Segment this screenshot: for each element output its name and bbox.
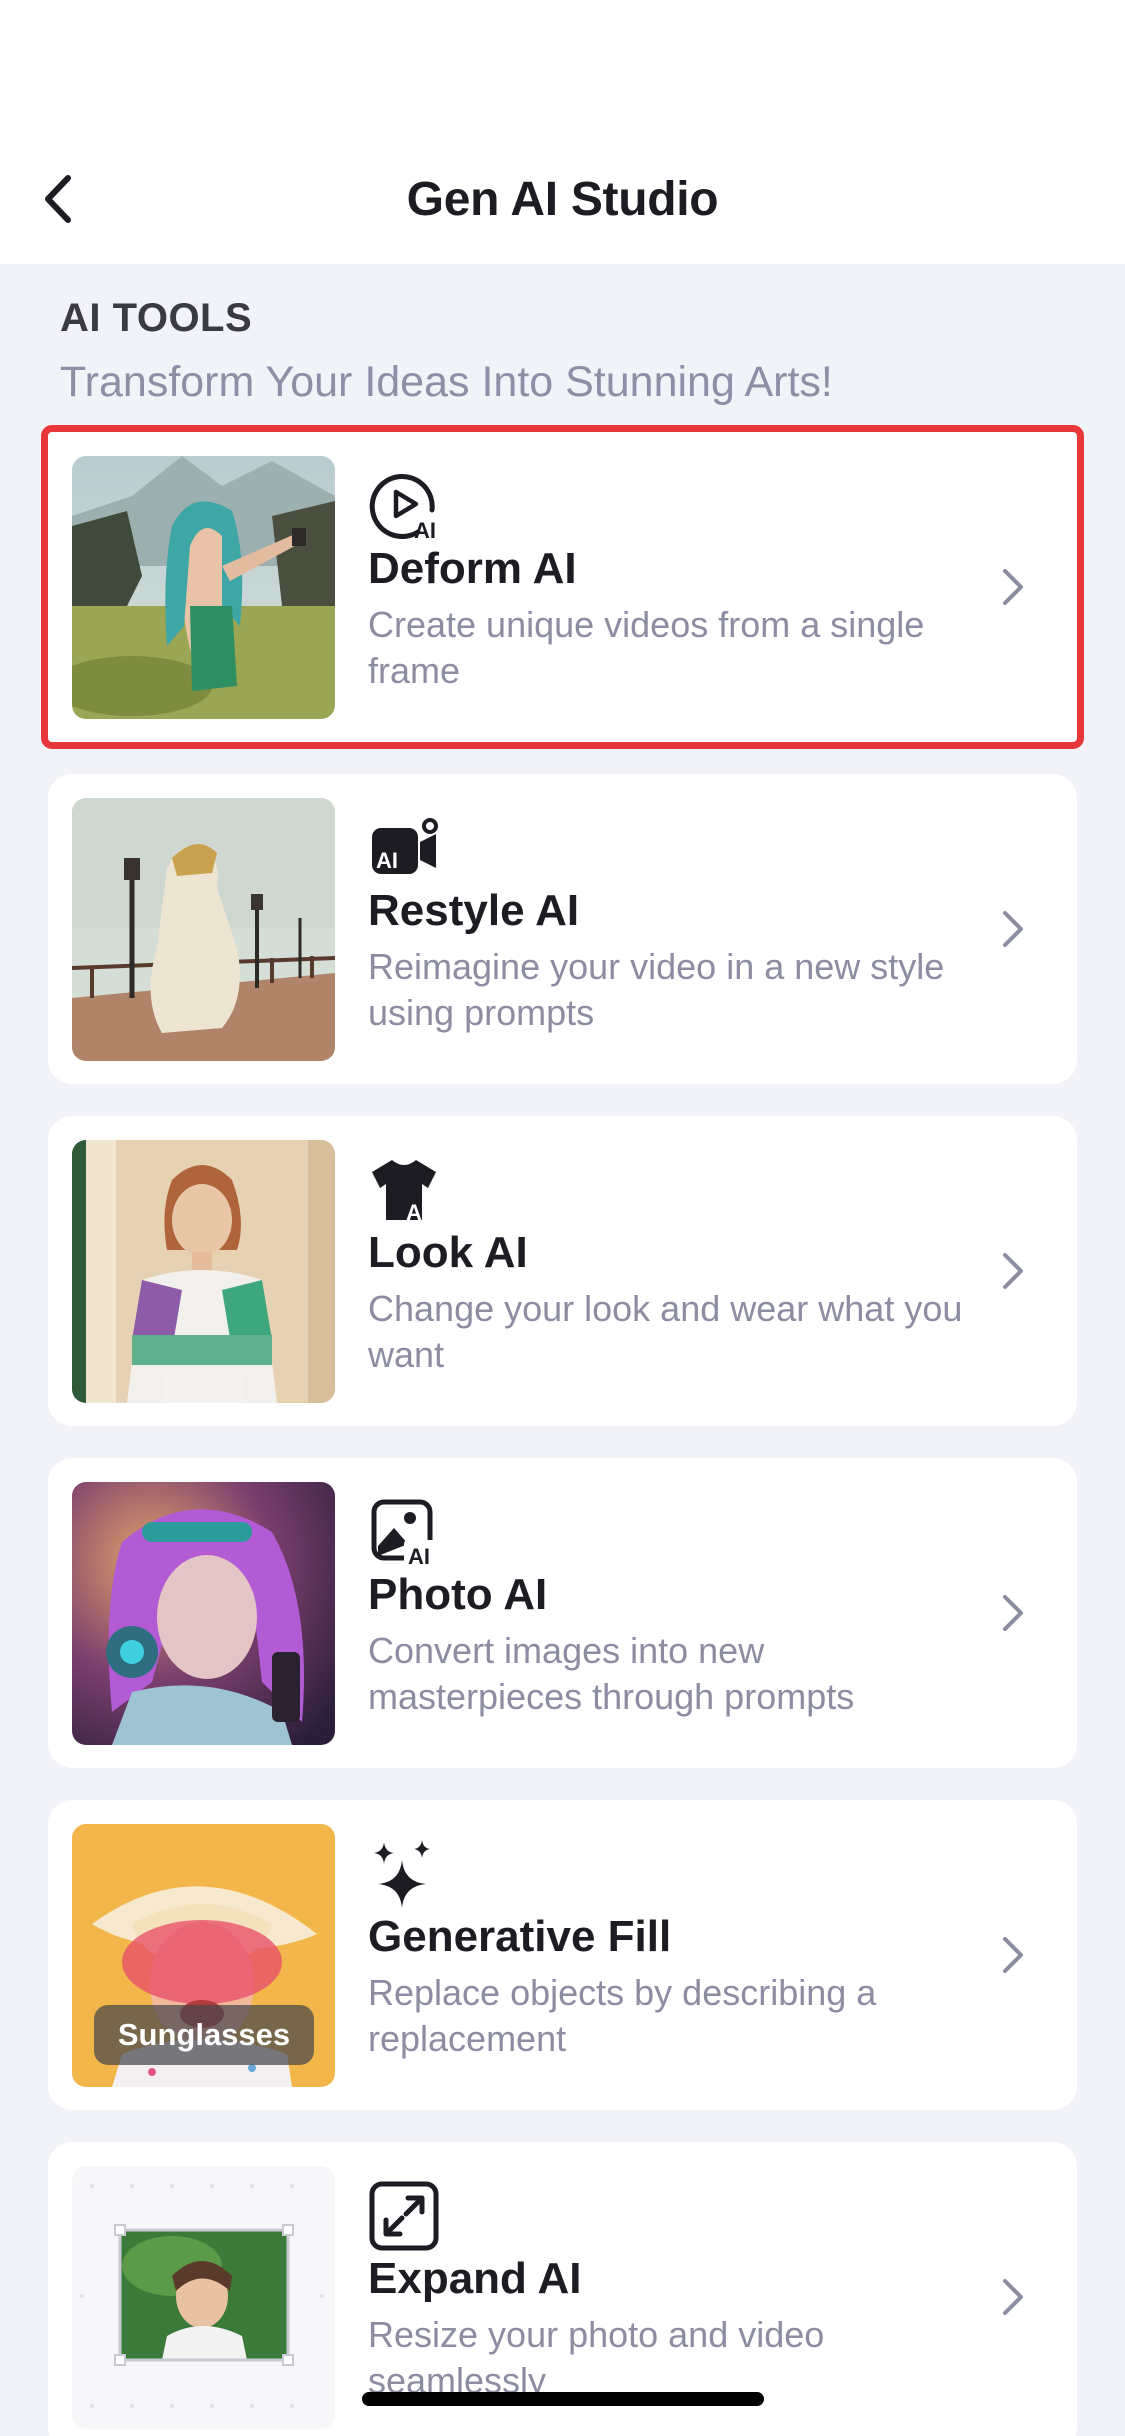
chevron-right-icon [1003,911,1023,947]
chevron-right-icon [1003,1937,1023,1973]
tool-description: Create unique videos from a single frame [368,604,925,691]
chevron-right-icon [1003,2279,1023,2315]
tool-description: Replace objects by describing a replacem… [368,1972,877,2059]
svg-text:AI: AI [376,848,398,873]
photo-ai-thumbnail [72,1482,335,1745]
tool-card-look-ai[interactable]: AI Look AI Change your look and wear wha… [48,1116,1077,1426]
tool-card-photo-ai[interactable]: AI Photo AI Convert images into new mast… [48,1458,1077,1768]
svg-text:AI: AI [414,518,436,542]
tool-description: Change your look and wear what you want [368,1288,963,1375]
restyle-ai-thumbnail [72,798,335,1061]
tool-description: Resize your photo and video seamlessly [368,2314,825,2401]
sparkles-icon [374,1840,430,1908]
tool-title: Look AI [368,1228,528,1277]
tool-title: Expand AI [368,2254,582,2303]
tool-title: Deform AI [368,544,577,593]
home-indicator[interactable] [362,2392,764,2406]
gen-ai-studio-screen: Gen AI Studio AI TOOLS Transform Your Id… [0,0,1125,2436]
tool-card-deform-ai[interactable]: AI Deform AI Create unique videos from a… [41,425,1084,749]
tool-title: Restyle AI [368,886,580,935]
tool-title: Generative Fill [368,1912,672,1961]
look-ai-thumbnail [72,1140,335,1403]
chevron-right-icon [1003,569,1023,605]
tool-title: Photo AI [368,1570,548,1619]
play-ai-icon: AI [369,474,436,542]
camera-ai-icon: AI [372,818,438,874]
svg-text:AI: AI [406,1200,428,1225]
chevron-right-icon [1003,1253,1023,1289]
chevron-right-icon [1003,1595,1023,1631]
expand-icon [369,2181,439,2251]
section-label: AI TOOLS [60,296,253,340]
page-title: Gen AI Studio [406,173,719,226]
tool-card-generative-fill[interactable]: Sunglasses Generative Fill Replace objec… [48,1800,1077,2110]
nav-bar: Gen AI Studio [0,0,1125,264]
image-ai-icon: AI [371,1499,438,1568]
tool-description: Reimagine your video in a new style usin… [368,946,945,1033]
section-subtitle: Transform Your Ideas Into Stunning Arts! [60,358,833,406]
sunglasses-badge: Sunglasses [94,2005,314,2065]
tool-card-restyle-ai[interactable]: AI Restyle AI Reimagine your video in a … [48,774,1077,1084]
expand-ai-thumbnail [72,2166,335,2429]
svg-text:AI: AI [408,1544,430,1568]
tool-description: Convert images into new masterpieces thr… [368,1630,855,1717]
deform-ai-thumbnail [72,456,335,719]
shirt-ai-icon: AI [372,1160,436,1225]
generative-fill-thumbnail: Sunglasses [72,1824,335,2087]
